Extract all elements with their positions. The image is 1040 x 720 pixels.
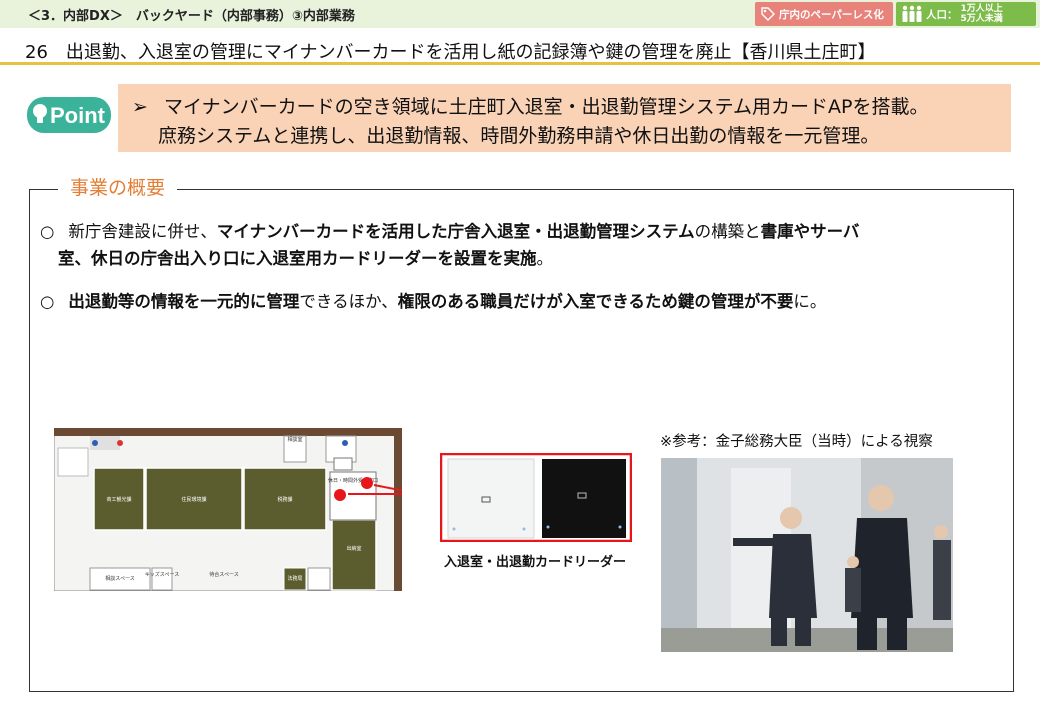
bullet-circle: ○ bbox=[40, 222, 55, 241]
population-line2: 5万人未満 bbox=[960, 14, 1003, 24]
point-bullet: ➢ bbox=[132, 96, 148, 118]
room-label: 待合スペース bbox=[209, 571, 238, 578]
reference-caption: ※参考：金子総務大臣（当時）による視察 bbox=[660, 434, 933, 450]
room-label: 商工観光課 bbox=[106, 496, 131, 503]
title-underline bbox=[0, 62, 1040, 65]
room-label: 法務局 bbox=[287, 575, 302, 582]
room-label: 住民環境課 bbox=[181, 496, 206, 503]
p1-s5: 室、休日の庁舎出入り口に入退室用カードリーダーを設置を実施 bbox=[58, 249, 537, 268]
point-line-1: ➢ マイナンバーカードの空き領域に土庄町入退室・出退勤管理システム用カードAPを… bbox=[132, 92, 928, 119]
p2-s4: に。 bbox=[793, 292, 827, 311]
overview-paragraph-1: ○ 新庁舎建設に併せ、マイナンバーカードを活用した庁舎入退室・出退勤管理システムの… bbox=[40, 218, 1000, 272]
paperless-tag-label: 庁内のペーパーレス化 bbox=[779, 8, 884, 21]
p1-s1: 新庁舎建設に併せ、 bbox=[68, 222, 217, 241]
room-label: 出納室 bbox=[346, 545, 361, 552]
room-label: キッズスペース bbox=[145, 571, 179, 578]
point-logo-text: Point bbox=[50, 103, 106, 128]
card-reader-caption: 入退室・出退勤カードリーダー bbox=[444, 555, 627, 570]
room-label: 相談室 bbox=[287, 436, 302, 443]
room-label: 税務課 bbox=[277, 496, 292, 503]
p1-s4: 書庫やサーバ bbox=[760, 222, 860, 241]
population-label: 人口： bbox=[926, 8, 958, 21]
population-line1: 1万人以上 bbox=[960, 4, 1003, 14]
p2-s2: できるほか、 bbox=[299, 292, 398, 311]
point-logo: Point bbox=[27, 97, 111, 133]
point-line-2: 庶務システムと連携し、出退勤情報、時間外勤務申請や休日出勤の情報を一元管理。 bbox=[158, 125, 880, 147]
p2-s3: 権限のある職員だけが入室できるため鍵の管理が不要 bbox=[397, 292, 794, 311]
p1-s3: の構築と bbox=[694, 222, 761, 241]
point-line-1-text: マイナンバーカードの空き領域に土庄町入退室・出退勤管理システム用カードAPを搭載… bbox=[163, 96, 929, 118]
p2-s1: 出退勤等の情報を一元的に管理 bbox=[68, 292, 300, 311]
room-label: 相談スペース bbox=[105, 575, 134, 582]
overview-title: 事業の概要 bbox=[58, 173, 178, 200]
card-reader-image bbox=[440, 453, 632, 542]
inspection-photo bbox=[661, 458, 953, 652]
paperless-tag: 庁内のペーパーレス化 bbox=[755, 2, 893, 26]
point-box: ➢ マイナンバーカードの空き領域に土庄町入退室・出退勤管理システム用カードAPを… bbox=[118, 84, 1011, 152]
section-label: ＜3．内部DX＞ バックヤード（内部事務）③内部業務 bbox=[28, 9, 355, 24]
p1-s2: マイナンバーカードを活用した庁舎入退室・出退勤管理システム bbox=[216, 222, 695, 241]
people-icon bbox=[902, 5, 922, 22]
floor-plan-image: 商工観光課 住民環境課 税務課 出納室 法務局 相談室 待合スペース 相談スペー… bbox=[54, 428, 402, 591]
page-title: 26 出退勤、入退室の管理にマイナンバーカードを活用し紙の記録簿や鍵の管理を廃止… bbox=[25, 42, 876, 63]
tag-icon bbox=[761, 7, 775, 21]
bullet-circle: ○ bbox=[40, 292, 55, 311]
population-tag: 人口： 1万人以上 5万人未満 bbox=[896, 2, 1036, 26]
p1-s6: 。 bbox=[536, 249, 554, 268]
overview-paragraph-2: ○ 出退勤等の情報を一元的に管理できるほか、権限のある職員だけが入室できるため鍵の… bbox=[40, 288, 1000, 315]
